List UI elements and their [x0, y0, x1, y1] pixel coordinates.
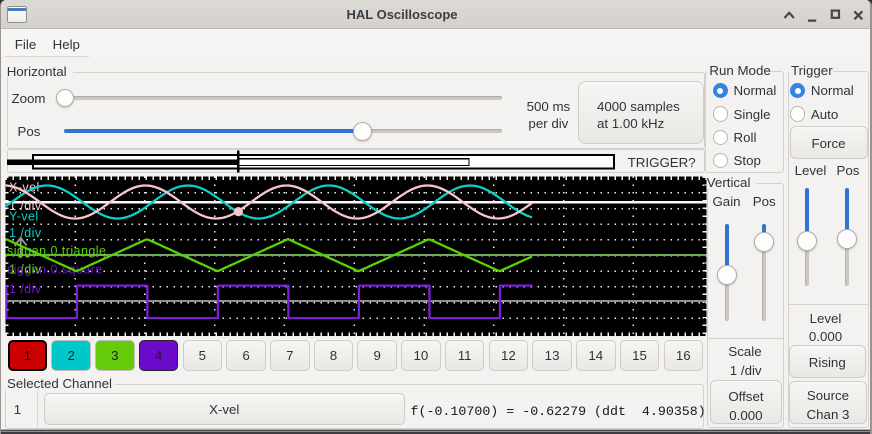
svg-text:1 /div: 1 /div [9, 282, 42, 296]
svg-text:1 /div: 1 /div [9, 226, 42, 240]
svg-text:1 /div: 1 /div [9, 263, 42, 277]
svg-text:Y-vel: Y-vel [9, 210, 39, 224]
